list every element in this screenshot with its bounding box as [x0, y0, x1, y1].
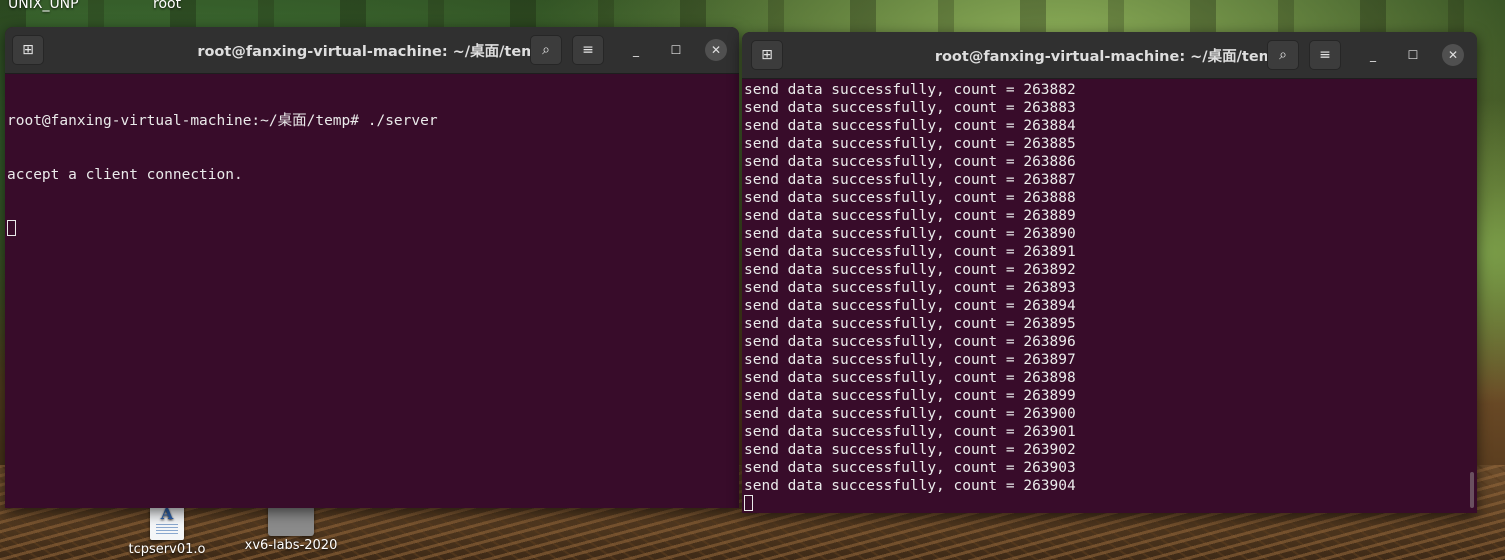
- new-tab-button[interactable]: ⊞: [12, 35, 44, 65]
- terminal-window-left[interactable]: ⊞ root@fanxing-virtual-machine: ~/桌面/tem…: [5, 27, 739, 508]
- terminal-line: send data successfully, count = 263889: [744, 208, 1076, 224]
- terminal-line: send data successfully, count = 263892: [744, 262, 1076, 278]
- new-tab-icon: ⊞: [761, 47, 773, 63]
- menu-button[interactable]: ≡: [1309, 40, 1341, 70]
- text-cursor: [7, 220, 16, 236]
- desktop-label-unix-unp[interactable]: UNIX_UNP: [8, 0, 79, 12]
- maximize-icon: ☐: [1407, 48, 1419, 62]
- terminal-line: send data successfully, count = 263885: [744, 136, 1076, 152]
- desktop-icon-label: xv6-labs-2020: [244, 538, 338, 553]
- terminal-line: send data successfully, count = 263883: [744, 100, 1076, 116]
- search-icon: ⌕: [542, 42, 550, 58]
- text-cursor: [744, 495, 753, 511]
- titlebar[interactable]: ⊞ root@fanxing-virtual-machine: ~/桌面/tem…: [742, 32, 1477, 79]
- close-icon: ✕: [710, 43, 722, 57]
- desktop-icon-xv6-labs[interactable]: xv6-labs-2020: [236, 506, 346, 553]
- desktop-icon-tcpserv01[interactable]: A tcpserv01.o: [112, 502, 222, 557]
- terminal-line: send data successfully, count = 263903: [744, 460, 1076, 476]
- menu-button[interactable]: ≡: [572, 35, 604, 65]
- terminal-line: send data successfully, count = 263896: [744, 334, 1076, 350]
- titlebar[interactable]: ⊞ root@fanxing-virtual-machine: ~/桌面/tem…: [5, 27, 739, 74]
- hamburger-menu-icon: ≡: [582, 42, 594, 58]
- close-icon: ✕: [1447, 48, 1459, 62]
- terminal-line: send data successfully, count = 263895: [744, 316, 1076, 332]
- search-icon: ⌕: [1279, 47, 1287, 63]
- minimize-button[interactable]: _: [1362, 44, 1384, 66]
- terminal-output[interactable]: send data successfully, count = 263882 se…: [742, 79, 1477, 513]
- terminal-line: send data successfully, count = 263898: [744, 370, 1076, 386]
- search-button[interactable]: ⌕: [1267, 40, 1299, 70]
- desktop-icon-label: tcpserv01.o: [128, 542, 206, 557]
- new-tab-button[interactable]: ⊞: [751, 40, 783, 70]
- terminal-line: send data successfully, count = 263886: [744, 154, 1076, 170]
- terminal-window-right[interactable]: ⊞ root@fanxing-virtual-machine: ~/桌面/tem…: [742, 32, 1477, 513]
- terminal-line: send data successfully, count = 263897: [744, 352, 1076, 368]
- terminal-line: send data successfully, count = 263904: [744, 478, 1076, 494]
- terminal-line: accept a client connection.: [7, 167, 243, 183]
- terminal-line: root@fanxing-virtual-machine:~/桌面/temp# …: [7, 113, 438, 129]
- close-button[interactable]: ✕: [1442, 44, 1464, 66]
- terminal-line: send data successfully, count = 263882: [744, 82, 1076, 98]
- hamburger-menu-icon: ≡: [1319, 47, 1331, 63]
- terminal-line: send data successfully, count = 263899: [744, 388, 1076, 404]
- terminal-line: send data successfully, count = 263893: [744, 280, 1076, 296]
- maximize-button[interactable]: ☐: [1402, 44, 1424, 66]
- terminal-line: send data successfully, count = 263887: [744, 172, 1076, 188]
- terminal-line: send data successfully, count = 263891: [744, 244, 1076, 260]
- terminal-line: send data successfully, count = 263894: [744, 298, 1076, 314]
- minimize-icon: _: [633, 43, 639, 57]
- maximize-icon: ☐: [670, 43, 682, 57]
- terminal-line: send data successfully, count = 263901: [744, 424, 1076, 440]
- terminal-line: send data successfully, count = 263902: [744, 442, 1076, 458]
- search-button[interactable]: ⌕: [530, 35, 562, 65]
- terminal-line: send data successfully, count = 263890: [744, 226, 1076, 242]
- maximize-button[interactable]: ☐: [665, 39, 687, 61]
- scrollbar-thumb[interactable]: [1470, 472, 1474, 508]
- terminal-line: send data successfully, count = 263900: [744, 406, 1076, 422]
- terminal-line: send data successfully, count = 263888: [744, 190, 1076, 206]
- desktop-label-root[interactable]: root: [153, 0, 181, 12]
- terminal-output[interactable]: root@fanxing-virtual-machine:~/桌面/temp# …: [5, 74, 739, 274]
- new-tab-icon: ⊞: [22, 42, 34, 58]
- terminal-line: send data successfully, count = 263884: [744, 118, 1076, 134]
- folder-icon: [268, 506, 314, 536]
- minimize-button[interactable]: _: [625, 39, 647, 61]
- minimize-icon: _: [1370, 48, 1376, 62]
- close-button[interactable]: ✕: [705, 39, 727, 61]
